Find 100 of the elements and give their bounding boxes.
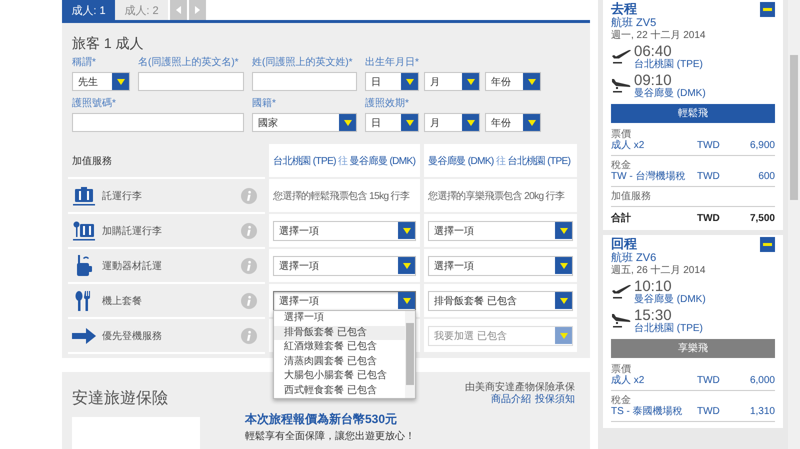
info-icon[interactable]	[241, 258, 257, 274]
price-heading: 票價	[611, 364, 632, 375]
service-label: 運動器材託運	[102, 260, 163, 272]
info-link[interactable]: 商品介紹	[491, 394, 531, 406]
flight-date: 週五, 26 十二月 2014	[611, 265, 706, 276]
field-label: 護照號碼*	[72, 97, 117, 111]
caret-left-icon	[176, 6, 181, 14]
currency-text: TWD	[697, 213, 721, 224]
select-field[interactable]: 選擇一項	[428, 220, 573, 240]
field-label: 護照效期*	[365, 97, 410, 111]
text-field[interactable]	[252, 72, 357, 91]
passenger-tab[interactable]: 成人: 1	[62, 0, 115, 20]
select-field[interactable]: 日	[365, 72, 419, 91]
suitcase-icon	[72, 186, 96, 206]
price-label: 成人 x2	[611, 140, 646, 151]
flight-number: 航班 ZV5	[611, 17, 658, 30]
select-field[interactable]: 選擇一項	[273, 290, 416, 310]
price-amount: 6,900	[748, 140, 775, 151]
dropdown-option[interactable]: 清蒸肉圓套餐 已包含	[274, 354, 405, 369]
dropdown-option[interactable]: 大腸包小腸套餐 已包含	[274, 369, 405, 384]
price-amount: 600	[757, 171, 775, 182]
landing-icon	[611, 311, 631, 329]
arrow-right-icon	[72, 328, 96, 344]
flight-time: 09:10	[634, 73, 672, 88]
airport-name: 台北桃園 (TPE)	[634, 59, 703, 70]
field-label: 姓(同護照上的英文姓)*	[252, 56, 354, 70]
section-heading: 加值服務	[72, 154, 112, 168]
select-field[interactable]: 日	[365, 113, 419, 132]
flight-time: 06:40	[634, 44, 672, 59]
field-label: 稱謂*	[72, 56, 97, 70]
total-label: 合計	[611, 213, 632, 224]
text-field[interactable]	[72, 113, 244, 132]
next-button[interactable]	[189, 0, 206, 20]
route-heading: 曼谷廊曼 (DMK) 往 台北桃園 (TPE)	[428, 154, 570, 168]
dropdown-option[interactable]: 西式輕食套餐 已包含	[274, 384, 405, 398]
info-icon[interactable]	[241, 222, 257, 238]
flight-time: 15:30	[634, 308, 672, 323]
cell-text: 您選擇的享樂飛票包含 20kg 行李	[428, 190, 564, 202]
price-label: 成人 x2	[611, 375, 646, 386]
insurer-text: 由美商安達產物保險承保	[465, 382, 575, 394]
landing-icon	[611, 76, 631, 94]
service-label: 優先登機服務	[102, 330, 163, 342]
collapse-button[interactable]	[760, 237, 775, 252]
passenger-title: 旅客 1 成人	[71, 34, 145, 53]
price-label: TS - 泰國機場稅	[611, 406, 684, 417]
minus-icon	[763, 243, 772, 246]
select-field[interactable]: 年份	[485, 113, 541, 132]
field-label: 名(同護照上的英文名)*	[138, 56, 240, 70]
insurance-title: 安達旅遊保險	[72, 388, 168, 409]
info-icon[interactable]	[241, 328, 257, 344]
text-field[interactable]	[138, 72, 244, 91]
price-heading: 稅金	[611, 160, 632, 171]
total-amount: 7,500	[748, 213, 775, 224]
price-heading: 加值服務	[611, 191, 652, 202]
route-heading: 台北桃園 (TPE) 往 曼谷廊曼 (DMK)	[273, 154, 416, 168]
scrollbar[interactable]	[405, 311, 415, 398]
collapse-button[interactable]	[760, 2, 775, 17]
takeoff-icon	[611, 282, 631, 300]
currency-text: TWD	[697, 375, 721, 386]
select-field[interactable]: 國家	[252, 113, 357, 132]
leg-title: 去程	[611, 1, 637, 16]
select-field[interactable]: 排骨飯套餐 已包含	[428, 290, 573, 310]
price-amount: 1,310	[748, 406, 775, 417]
flight-date: 週一, 22 十二月 2014	[611, 30, 706, 41]
currency-text: TWD	[697, 140, 721, 151]
takeoff-icon	[611, 47, 631, 65]
select-field[interactable]: 先生	[72, 72, 130, 91]
info-link[interactable]: 投保須知	[535, 394, 575, 406]
flight-number: 航班 ZV6	[611, 252, 658, 264]
currency-text: TWD	[697, 171, 721, 182]
quote-headline: 本次旅程報價為新台幣530元	[245, 411, 398, 427]
select-field[interactable]: 選擇一項	[428, 256, 573, 276]
currency-text: TWD	[697, 406, 721, 417]
caret-right-icon	[195, 6, 200, 14]
dropdown-option[interactable]: 紅酒燉雞套餐 已包含	[274, 340, 405, 354]
service-label: 加購託運行李	[102, 224, 163, 238]
service-label: 機上套餐	[102, 294, 143, 308]
select-field[interactable]: 月	[424, 72, 480, 91]
airport-name: 曼谷廊曼 (DMK)	[634, 88, 706, 99]
previous-button[interactable]	[170, 0, 187, 20]
airport-name: 台北桃園 (TPE)	[634, 323, 703, 334]
flight-time: 10:10	[634, 279, 672, 294]
service-label: 託運行李	[102, 190, 143, 202]
price-heading: 票價	[611, 129, 632, 140]
select-field[interactable]: 年份	[485, 72, 541, 91]
info-icon[interactable]	[241, 292, 257, 308]
price-heading: 稅金	[611, 395, 632, 406]
dropdown-option[interactable]: 選擇一項	[274, 311, 405, 326]
fare-type-bar: 享樂飛	[611, 339, 775, 358]
price-label: TW - 台灣機場稅	[611, 171, 686, 182]
select-field[interactable]: 選擇一項	[273, 220, 416, 240]
cell-text: 您選擇的輕鬆飛票包含 15kg 行李	[273, 190, 410, 202]
info-icon[interactable]	[241, 188, 257, 204]
scrollbar[interactable]	[788, 0, 800, 449]
select-field[interactable]: 選擇一項	[273, 256, 416, 276]
field-label: 國籍*	[252, 97, 277, 111]
dropdown-option[interactable]: 排骨飯套餐 已包含	[274, 326, 405, 340]
leg-title: 回程	[611, 236, 637, 252]
select-field[interactable]: 月	[424, 113, 480, 132]
minus-icon	[763, 8, 772, 11]
